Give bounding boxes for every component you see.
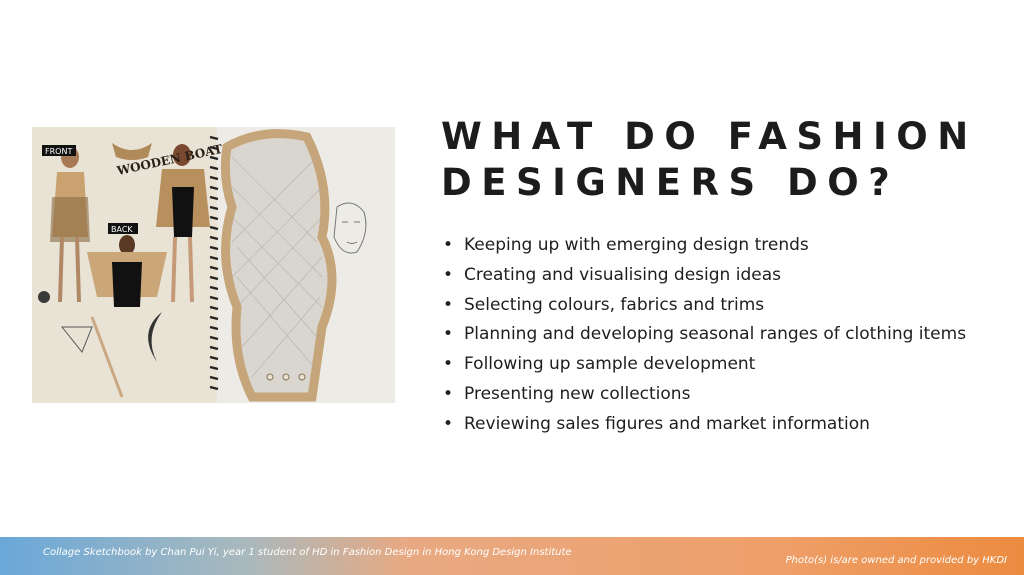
bullet-text: Following up sample development	[464, 354, 756, 375]
photo-credit: Photo(s) is/are owned and provided by HK…	[785, 555, 1007, 566]
bullet-text: Selecting colours, fabrics and trims	[464, 294, 765, 315]
bullet-text: Planning and developing seasonal ranges …	[464, 324, 967, 345]
list-item: • Keeping up with emerging design trends	[443, 231, 1003, 261]
bullet-icon: •	[443, 383, 454, 404]
bullet-icon: •	[443, 264, 454, 285]
slide-title: WHAT DO FASHION DESIGNERS DO?	[441, 114, 1001, 206]
label-front: FRONT	[45, 147, 72, 156]
title-line-2: DESIGNERS DO?	[441, 161, 900, 204]
list-item: • Selecting colours, fabrics and trims	[443, 291, 1003, 321]
bullet-text: Keeping up with emerging design trends	[464, 235, 809, 255]
label-back: BACK	[111, 225, 133, 234]
bullet-list: • Keeping up with emerging design trends …	[443, 231, 1003, 440]
sketchbook-photo: FRONT WOODEN BOAT BACK	[32, 127, 395, 403]
bullet-icon: •	[443, 324, 454, 345]
list-item: • Reviewing sales figures and market info…	[443, 410, 1003, 440]
bullet-icon: •	[443, 235, 454, 255]
bullet-icon: •	[443, 413, 454, 434]
list-item: • Planning and developing seasonal ranges…	[443, 320, 1003, 350]
bullet-icon: •	[443, 294, 454, 315]
bullet-icon: •	[443, 354, 454, 375]
list-item: • Creating and visualising design ideas	[443, 261, 1003, 291]
bullet-text: Reviewing sales figures and market infor…	[464, 413, 870, 434]
sketchbook-illustration: FRONT WOODEN BOAT BACK	[32, 127, 395, 403]
title-line-1: WHAT DO FASHION	[441, 115, 978, 158]
list-item: • Presenting new collections	[443, 380, 1003, 410]
bullet-text: Presenting new collections	[464, 383, 691, 404]
bullet-text: Creating and visualising design ideas	[464, 264, 781, 285]
photo-caption: Collage Sketchbook by Chan Pui Yi, year …	[43, 547, 572, 558]
list-item: • Following up sample development	[443, 350, 1003, 380]
